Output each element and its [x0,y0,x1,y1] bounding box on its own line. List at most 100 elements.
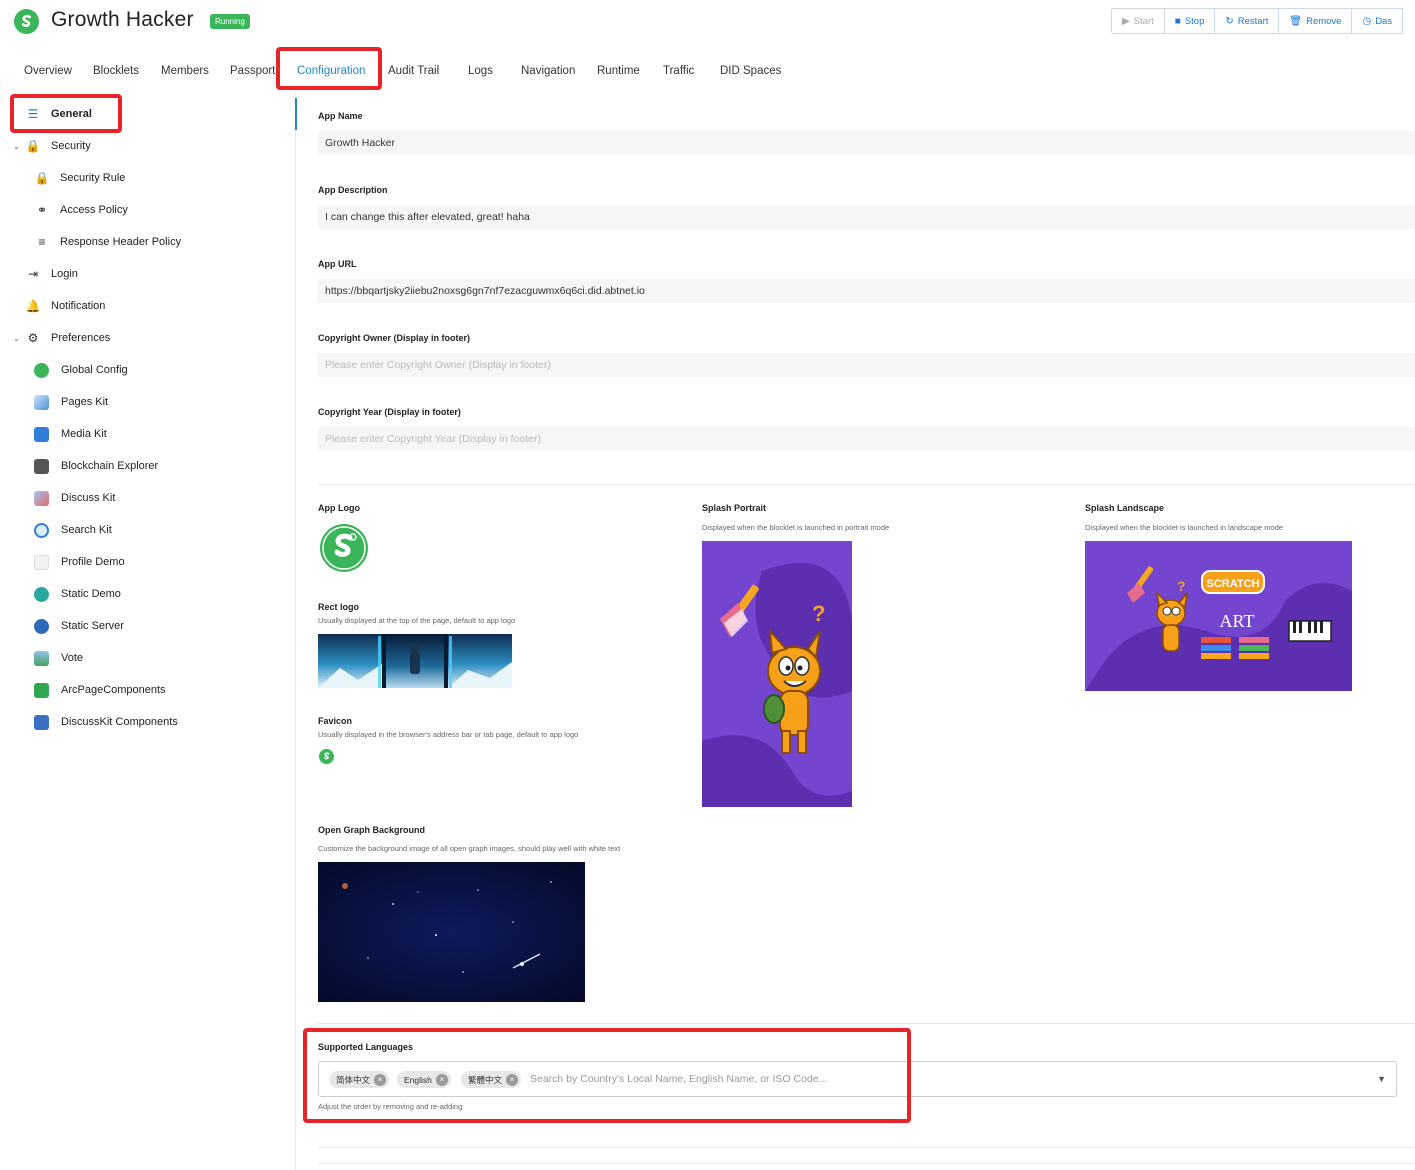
tab-bar: Overview Blocklets Members Passport Conf… [0,56,800,86]
dashboard-button[interactable]: ◷ Das [1352,8,1404,34]
search-kit-icon [34,522,49,538]
sidebar-item-notification[interactable]: 🔔 Notification [25,295,106,317]
sidebar-item-static-server[interactable]: Static Server [34,615,124,637]
sidebar-item-label: ArcPageComponents [61,684,166,696]
sidebar-item-preferences[interactable]: ⌄ ⚙ Preferences [13,327,110,349]
remove-label: Remove [1306,15,1342,27]
favicon-label: Favicon [318,716,353,726]
restart-button[interactable]: ↻ Restart [1215,8,1280,34]
rect-logo-image[interactable] [318,634,512,688]
sidebar-item-label: Profile Demo [61,556,125,568]
rect-logo-label: Rect logo [318,602,360,612]
tab-members[interactable]: Members [161,65,209,77]
app-description-input[interactable]: I can change this after elevated, great!… [318,205,1415,229]
app-logo-icon [14,9,39,34]
tab-did-spaces[interactable]: DID Spaces [720,65,781,77]
tab-audit-trail[interactable]: Audit Trail [388,65,439,77]
list-icon: ≡ [38,235,46,249]
sidebar-item-label: Response Header Policy [60,236,182,248]
splash-portrait-description: Displayed when the blocklet is launched … [702,523,890,532]
svg-text:?: ? [812,601,825,626]
tab-runtime[interactable]: Runtime [597,65,640,77]
section-divider [318,484,1415,485]
action-toolbar: ▶ Start ■ Stop ↻ Restart 🗑 Remove ◷ Das [1111,8,1404,34]
restart-icon: ↻ [1225,15,1234,27]
tab-blocklets[interactable]: Blocklets [93,65,139,77]
sidebar-item-pages-kit[interactable]: Pages Kit [34,391,108,413]
remove-button[interactable]: 🗑 Remove [1279,8,1353,34]
static-demo-icon [34,586,49,602]
app-name-input[interactable]: Growth Hacker [318,131,1415,155]
vote-icon [34,650,49,666]
sidebar-item-arc-page-components[interactable]: ArcPageComponents [34,679,166,701]
chevron-down-icon[interactable]: ▼ [1377,1074,1386,1084]
sidebar-item-label: Login [51,268,78,280]
arc-page-components-icon [34,682,49,698]
app-name-label: App Name [318,111,363,121]
start-button[interactable]: ▶ Start [1111,8,1165,34]
sidebar-item-profile-demo[interactable]: Profile Demo [34,551,125,573]
app-logo-label: App Logo [318,503,360,513]
media-kit-icon [34,426,49,442]
sidebar-item-label: Access Policy [60,204,128,216]
copyright-year-input[interactable]: Please enter Copyright Year (Display in … [318,427,1415,451]
bell-icon: 🔔 [25,299,41,313]
key-icon: ⚭ [36,203,48,217]
splash-landscape-image[interactable]: ? SCRATCH ART [1085,541,1352,691]
sidebar-item-label: Static Demo [61,588,121,600]
play-icon: ▶ [1122,15,1130,27]
art-text: ART [1220,611,1255,631]
favicon-image[interactable] [319,749,334,764]
sidebar-item-blockchain-explorer[interactable]: Blockchain Explorer [34,455,158,477]
app-url-input[interactable]: https://bbqartjsky2iiebu2noxsg6gn7nf7eza… [318,279,1415,303]
section-divider [318,1023,1415,1024]
stop-label: Stop [1184,15,1205,27]
copyright-owner-label: Copyright Owner (Display in footer) [318,333,471,343]
stop-button[interactable]: ■ Stop [1164,8,1216,34]
svg-text:?: ? [1177,578,1186,594]
sidebar-item-discuss-kit[interactable]: Discuss Kit [34,487,115,509]
sidebar: ☰ General ⌄ 🔒 Security 🔒 Security Rule ⚭… [0,92,296,1170]
header: Growth Hacker Running ▶ Start ■ Stop ↻ R… [0,0,1415,46]
login-icon: ⇥ [27,267,39,281]
app-title: Growth Hacker [51,8,194,31]
trash-icon: 🗑 [1289,15,1303,27]
start-label: Start [1133,15,1154,27]
app-url-label: App URL [318,259,357,269]
static-server-icon [34,618,49,634]
copyright-owner-input[interactable]: Please enter Copyright Owner (Display in… [318,353,1415,377]
sidebar-item-label: Notification [51,300,106,312]
favicon-description: Usually displayed in the browser's addre… [318,730,579,739]
sidebar-item-response-header-policy[interactable]: ≡ Response Header Policy [34,231,181,253]
discuss-kit-icon [34,490,49,506]
dashboard-label: Das [1375,15,1393,27]
sidebar-item-security[interactable]: ⌄ 🔒 Security [13,135,91,157]
copyright-year-label: Copyright Year (Display in footer) [318,407,461,417]
sidebar-item-label: Static Server [61,620,124,632]
tab-passport[interactable]: Passport [230,65,275,77]
sidebar-item-global-config[interactable]: Global Config [34,359,128,381]
sidebar-item-login[interactable]: ⇥ Login [25,263,78,285]
tab-navigation[interactable]: Navigation [521,65,575,77]
tab-logs[interactable]: Logs [468,65,493,77]
og-background-image[interactable] [318,862,585,1002]
tab-traffic[interactable]: Traffic [663,65,694,77]
blockchain-explorer-icon [34,458,49,474]
sidebar-item-security-rule[interactable]: 🔒 Security Rule [34,167,126,189]
chevron-down-icon: ⌄ [13,141,20,151]
tab-overview[interactable]: Overview [24,65,72,77]
sidebar-item-media-kit[interactable]: Media Kit [34,423,107,445]
active-indicator [295,98,297,130]
discusskit-components-icon [34,714,49,730]
sidebar-item-vote[interactable]: Vote [34,647,83,669]
sidebar-item-label: Security [51,140,91,152]
app-logo-image[interactable] [319,523,369,573]
dashboard-icon: ◷ [1362,15,1372,27]
profile-demo-icon [34,554,49,570]
splash-portrait-image[interactable]: ? [702,541,852,807]
sidebar-item-discusskit-components[interactable]: DiscussKit Components [34,711,178,733]
sidebar-item-static-demo[interactable]: Static Demo [34,583,121,605]
sidebar-item-search-kit[interactable]: Search Kit [34,519,112,541]
pages-kit-icon [34,394,49,410]
sidebar-item-access-policy[interactable]: ⚭ Access Policy [34,199,128,221]
